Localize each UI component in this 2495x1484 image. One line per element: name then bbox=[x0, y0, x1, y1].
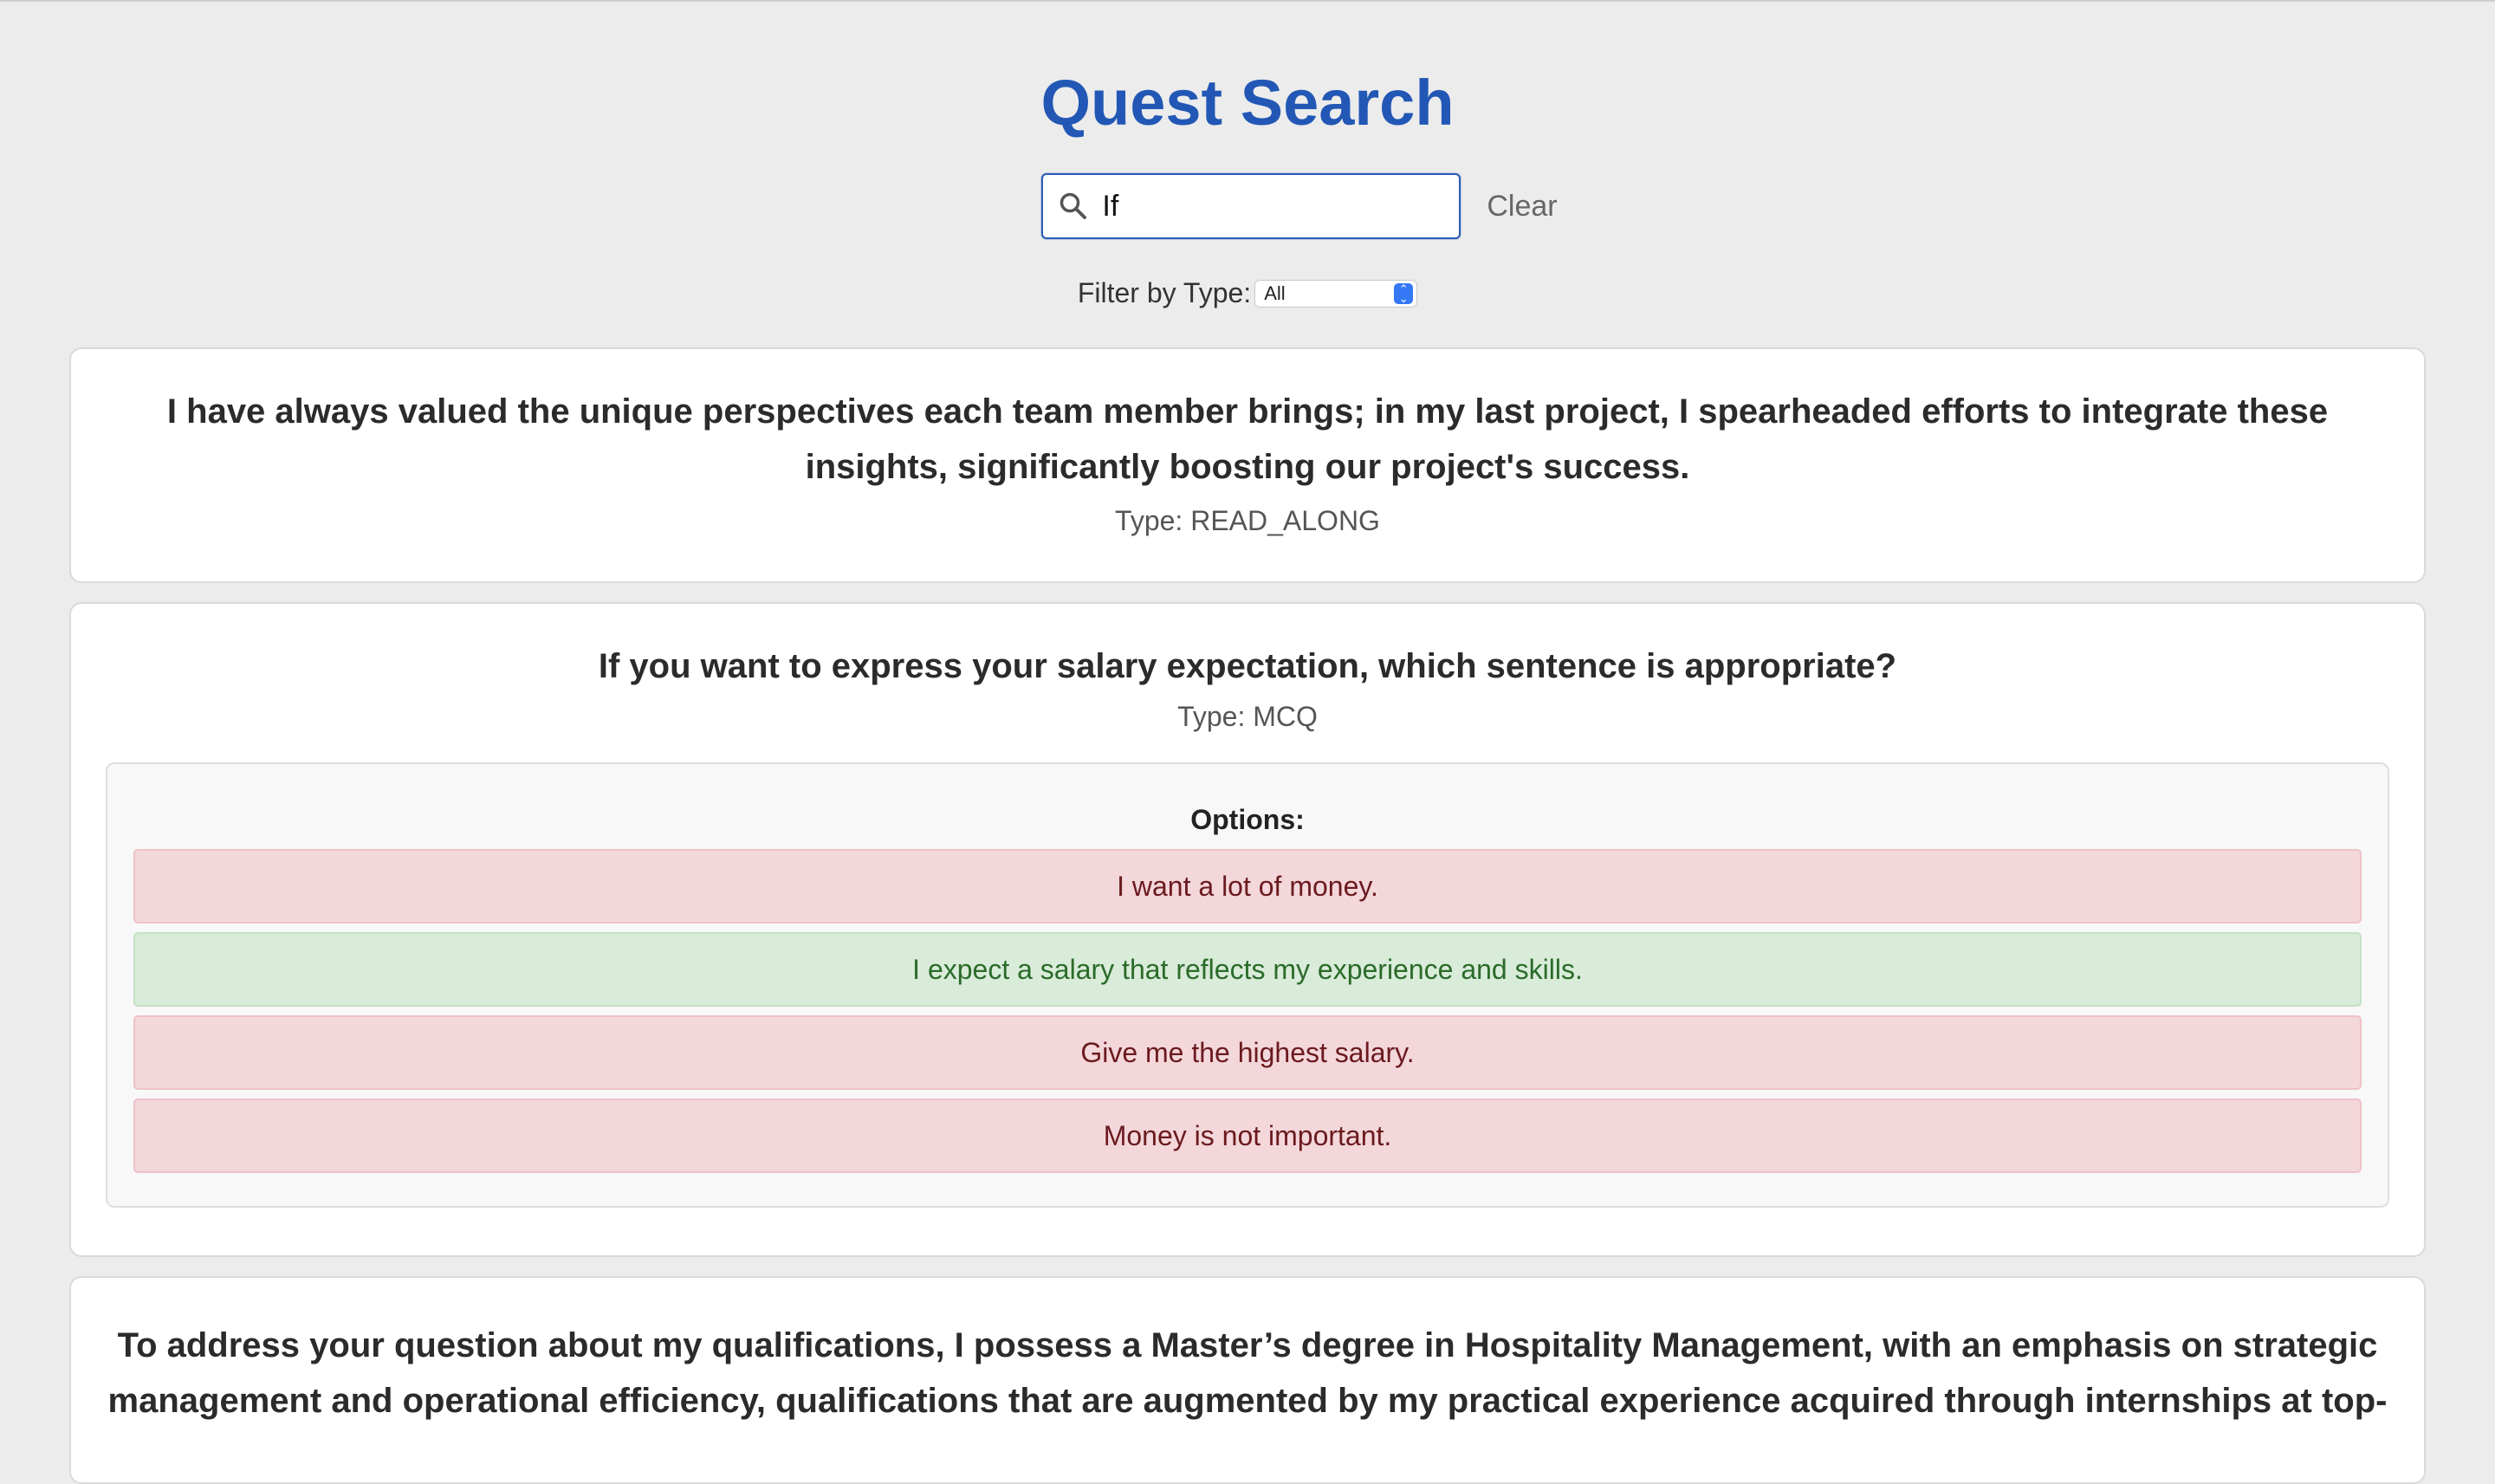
options-title: Options: bbox=[1190, 804, 1305, 835]
option-item[interactable]: Money is not important. bbox=[133, 1098, 2362, 1173]
type-filter: Filter by Type: All ⌃ ⌄ bbox=[0, 277, 2495, 309]
card-type: Type: READ_ALONG bbox=[1115, 505, 1380, 536]
search-input[interactable] bbox=[1102, 189, 1432, 224]
card-question: If you want to express your salary expec… bbox=[598, 647, 1897, 685]
option-item-correct[interactable]: I expect a salary that reflects my exper… bbox=[133, 932, 2362, 1007]
option-item[interactable]: Give me the highest salary. bbox=[133, 1015, 2362, 1090]
search-icon bbox=[1060, 192, 1087, 219]
results-list: I have always valued the unique perspect… bbox=[0, 347, 2495, 1484]
search-field[interactable] bbox=[1041, 173, 1461, 239]
filter-label: Filter by Type: bbox=[1077, 277, 1252, 308]
type-filter-selected: All bbox=[1264, 282, 1286, 304]
options-panel: Options: I want a lot of money. I expect… bbox=[106, 762, 2389, 1208]
chevron-updown-icon: ⌃ ⌄ bbox=[1394, 282, 1414, 304]
card-question: To address your question about my qualif… bbox=[107, 1326, 2388, 1420]
result-card: If you want to express your salary expec… bbox=[69, 602, 2426, 1257]
page-title: Quest Search bbox=[1040, 67, 1455, 139]
card-type: Type: MCQ bbox=[1177, 701, 1318, 732]
result-card: I have always valued the unique perspect… bbox=[69, 347, 2426, 583]
option-item[interactable]: I want a lot of money. bbox=[133, 849, 2362, 923]
clear-button[interactable]: Clear bbox=[1478, 190, 1565, 224]
type-filter-select[interactable]: All ⌃ ⌄ bbox=[1254, 279, 1418, 308]
card-question: I have always valued the unique perspect… bbox=[166, 392, 2329, 486]
result-card: To address your question about my qualif… bbox=[69, 1276, 2426, 1484]
search-bar: Clear bbox=[0, 173, 2495, 239]
